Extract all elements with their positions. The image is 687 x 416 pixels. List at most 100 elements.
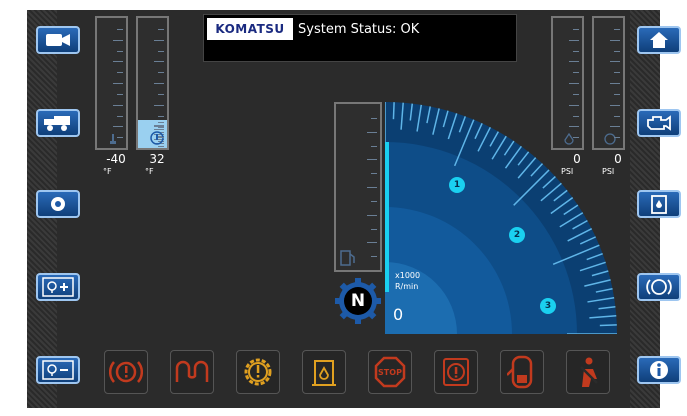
stop-warning[interactable]: STOP <box>368 350 412 394</box>
home-button[interactable] <box>637 26 681 54</box>
psi2-value: 0 <box>614 152 622 166</box>
gauge-tick <box>367 187 377 188</box>
gauge-tick <box>371 117 377 119</box>
brightness-up-icon <box>42 277 74 297</box>
gauge-tick <box>610 83 620 84</box>
temp-gauge-2 <box>136 16 169 150</box>
gauge-tick <box>569 126 579 128</box>
gauge-tick <box>154 83 164 84</box>
gauge-tick <box>371 145 377 147</box>
brightness-down-button[interactable] <box>36 356 80 384</box>
machine-button[interactable] <box>36 109 80 137</box>
psi-gauge-2 <box>592 16 625 150</box>
engine-gear-warning-icon <box>244 358 272 386</box>
general-warning-icon <box>443 358 469 386</box>
gauge-tick <box>614 93 620 95</box>
psi2-unit: PSI <box>602 167 615 176</box>
temp2-unit: °F <box>145 167 154 176</box>
gauge-tick <box>573 28 579 30</box>
gauge-tick <box>117 115 123 117</box>
info-button[interactable] <box>637 356 681 384</box>
gauge-tick <box>367 131 377 133</box>
seatbelt-warning-icon <box>580 357 598 387</box>
tach-tick <box>392 102 395 120</box>
gauge-dial-icon <box>604 133 616 145</box>
fluid-icon <box>651 195 667 214</box>
drop-icon <box>564 133 574 145</box>
gauge-tick <box>117 28 123 30</box>
gauge-tick <box>154 39 164 41</box>
gauge-tick <box>113 104 123 106</box>
tach-tick <box>599 324 617 327</box>
stop-warning-icon: STOP <box>374 356 406 388</box>
gauge-tick <box>371 256 377 258</box>
gauge-tick <box>569 61 579 63</box>
brake-button[interactable] <box>637 273 681 301</box>
system-status-text: System Status: OK <box>298 22 420 37</box>
gauge-tick <box>371 200 377 202</box>
preheat-warning-icon <box>175 360 209 382</box>
door-open-warning-icon <box>507 355 533 389</box>
psi-gauge-1 <box>551 16 584 150</box>
gauge-tick <box>158 122 164 124</box>
gauge-tick <box>158 115 164 117</box>
brightness-down-icon <box>42 360 74 380</box>
gauge-tick <box>158 93 164 95</box>
gauge-tick <box>573 115 579 117</box>
engine-button[interactable] <box>637 109 681 137</box>
gauge-tick <box>610 39 620 41</box>
gauge-tick <box>158 145 164 147</box>
gauge-tick <box>569 39 579 41</box>
gauge-tick <box>573 93 579 95</box>
gauge-tick <box>154 126 164 128</box>
gauge-tick <box>371 173 377 175</box>
gauge-tick <box>154 61 164 63</box>
camera-button[interactable] <box>36 26 80 54</box>
settings-icon <box>51 197 65 211</box>
thermometer-icon <box>110 134 116 144</box>
gauge-tick <box>117 93 123 95</box>
gauge-tick <box>367 214 377 216</box>
fluid-level-warning-icon <box>312 360 336 386</box>
temp2-value: 32 <box>149 152 165 166</box>
fluid-level-warning[interactable] <box>302 350 346 394</box>
gauge-tick <box>614 115 620 117</box>
gauge-tick <box>113 61 123 63</box>
parking-brake-warning[interactable] <box>104 350 148 394</box>
gauge-tick <box>573 50 579 52</box>
general-warning[interactable] <box>434 350 478 394</box>
tach-label-2: 2 <box>509 227 525 243</box>
tach-unit-2: R/min <box>395 282 418 291</box>
gauge-tick <box>610 104 620 106</box>
preheat-warning[interactable] <box>170 350 214 394</box>
warning-bar: STOP <box>95 346 625 398</box>
info-icon <box>650 361 668 379</box>
fluid-button[interactable] <box>637 190 681 218</box>
gauge-tick <box>158 72 164 74</box>
gauge-tick <box>371 228 377 230</box>
settings-button[interactable] <box>36 190 80 218</box>
gauge-tick <box>614 28 620 30</box>
gauge-tick <box>573 72 579 74</box>
home-icon <box>650 32 668 48</box>
temp1-value: -40 <box>106 152 126 166</box>
status-panel: KOMATSU System Status: OK <box>203 14 517 62</box>
gauge-tick <box>610 61 620 63</box>
door-open-warning[interactable] <box>500 350 544 394</box>
gauge-tick <box>573 137 579 139</box>
camera-icon <box>46 34 70 46</box>
gauge-tick <box>614 50 620 52</box>
seatbelt-warning[interactable] <box>566 350 610 394</box>
engine-icon <box>647 115 671 131</box>
tach-label-3: 3 <box>540 298 556 314</box>
gauge-tick <box>117 72 123 74</box>
gauge-tick <box>614 72 620 74</box>
engine-gear-warning[interactable] <box>236 350 280 394</box>
gauge-tick <box>113 126 123 128</box>
gauge-tick <box>117 50 123 52</box>
brightness-up-button[interactable] <box>36 273 80 301</box>
temp-gauge-1 <box>95 16 128 150</box>
gauge-tick <box>154 104 164 106</box>
gauge-tick <box>113 83 123 84</box>
gauge-tick <box>367 242 377 244</box>
